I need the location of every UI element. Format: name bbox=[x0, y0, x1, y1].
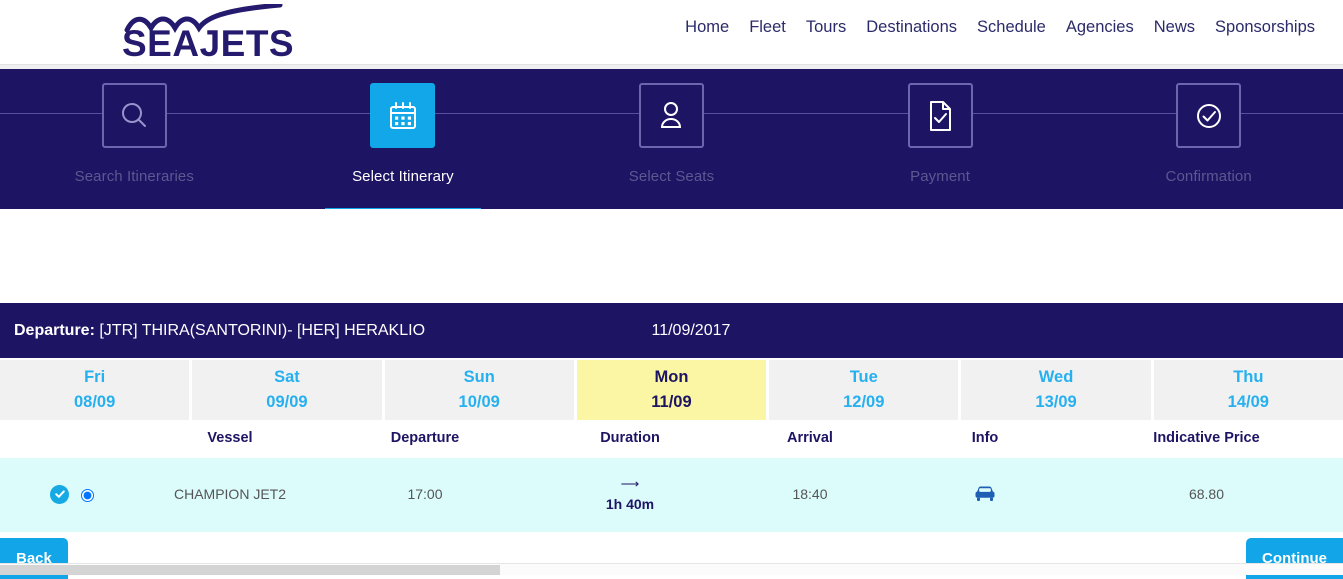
step-label: Confirmation bbox=[1165, 168, 1252, 185]
date-tab-wed[interactable]: Wed 13/09 bbox=[961, 360, 1154, 420]
results-table-body: CHAMPION JET2 17:00 ⟶ 1h 40m 18:40 68.80 bbox=[0, 458, 1343, 532]
step-label: Select Seats bbox=[628, 168, 715, 185]
selected-check-icon bbox=[50, 484, 69, 504]
col-header-select bbox=[0, 420, 150, 458]
date-tab-day: Fri bbox=[84, 368, 106, 386]
step-icon-box bbox=[1176, 83, 1242, 148]
col-header-duration: Duration bbox=[540, 420, 720, 458]
table-row[interactable]: CHAMPION JET2 17:00 ⟶ 1h 40m 18:40 68.80 bbox=[0, 458, 1343, 532]
results-table-head: Vessel Departure Duration Arrival Info I… bbox=[0, 420, 1343, 458]
departure-banner-date: 11/09/2017 bbox=[651, 321, 731, 339]
main-navigation: Home Fleet Tours Destinations Schedule A… bbox=[675, 18, 1325, 37]
step-payment[interactable]: Payment bbox=[806, 69, 1075, 209]
departure-route-text: [JTR] THIRA(SANTORINI)- [HER] HERAKLIO bbox=[94, 321, 426, 339]
booking-stepper: Search Itineraries Select Itinerary Sele… bbox=[0, 69, 1343, 215]
date-tab-tue[interactable]: Tue 12/09 bbox=[769, 360, 962, 420]
date-tab-date: 13/09 bbox=[1035, 393, 1077, 411]
horizontal-scrollbar[interactable] bbox=[0, 563, 1343, 575]
step-icon-box bbox=[101, 83, 167, 148]
cell-info[interactable] bbox=[900, 458, 1070, 532]
date-tab-day: Mon bbox=[654, 368, 689, 386]
row-radio-input[interactable] bbox=[81, 489, 94, 502]
row-select-cell[interactable] bbox=[0, 458, 150, 532]
col-header-price: Indicative Price bbox=[1070, 420, 1343, 458]
date-tab-day: Tue bbox=[849, 368, 878, 386]
nav-item-agencies[interactable]: Agencies bbox=[1056, 18, 1144, 37]
date-tab-day: Sun bbox=[463, 368, 495, 386]
calendar-icon bbox=[389, 101, 416, 129]
cell-departure: 17:00 bbox=[310, 458, 540, 532]
step-label: Search Itineraries bbox=[74, 168, 194, 185]
date-tab-day: Sat bbox=[274, 368, 300, 386]
nav-item-tours[interactable]: Tours bbox=[796, 18, 856, 37]
step-select-itinerary[interactable]: Select Itinerary bbox=[269, 69, 538, 215]
date-tab-sat[interactable]: Sat 09/09 bbox=[192, 360, 385, 420]
col-header-info: Info bbox=[900, 420, 1070, 458]
date-tab-date: 08/09 bbox=[73, 393, 116, 411]
document-check-icon bbox=[930, 100, 952, 131]
date-tabs: Fri 08/09 Sat 09/09 Sun 10/09 Mon 11/09 … bbox=[0, 360, 1343, 420]
col-header-arrival: Arrival bbox=[720, 420, 900, 458]
step-icon-box bbox=[370, 83, 436, 148]
date-tab-day: Wed bbox=[1038, 368, 1074, 386]
departure-banner: Departure: [JTR] THIRA(SANTORINI)- [HER]… bbox=[0, 303, 1343, 358]
date-tab-date: 14/09 bbox=[1227, 393, 1269, 411]
step-icon-box bbox=[638, 83, 704, 148]
cell-price: 68.80 bbox=[1070, 458, 1343, 532]
car-icon[interactable] bbox=[973, 483, 997, 503]
date-tab-fri[interactable]: Fri 08/09 bbox=[0, 360, 193, 420]
results-table-wrapper: Vessel Departure Duration Arrival Info I… bbox=[0, 420, 1343, 532]
date-tab-day: Thu bbox=[1233, 368, 1264, 386]
step-confirmation[interactable]: Confirmation bbox=[1074, 69, 1343, 209]
itinerary-results-table: Vessel Departure Duration Arrival Info I… bbox=[0, 420, 1343, 532]
person-icon bbox=[661, 101, 682, 128]
logo-graphic: SEAJETS bbox=[122, 4, 294, 60]
date-tab-date: 10/09 bbox=[458, 393, 500, 411]
cell-vessel: CHAMPION JET2 bbox=[150, 458, 310, 532]
duration-value: 1h 40m bbox=[605, 496, 655, 512]
date-tab-thu[interactable]: Thu 14/09 bbox=[1153, 360, 1343, 420]
horizontal-scrollbar-thumb[interactable] bbox=[0, 565, 500, 575]
site-header: SEAJETS Home Fleet Tours Destinations Sc… bbox=[0, 0, 1343, 64]
nav-item-news[interactable]: News bbox=[1144, 18, 1205, 37]
cell-arrival: 18:40 bbox=[720, 458, 900, 532]
arrow-right-icon: ⟶ bbox=[620, 476, 640, 491]
nav-item-fleet[interactable]: Fleet bbox=[739, 18, 796, 37]
search-form: From [JTR] THIRA(SANTORINI) To [HER] HER… bbox=[0, 209, 1343, 496]
nav-item-schedule[interactable]: Schedule bbox=[967, 18, 1056, 37]
col-header-vessel: Vessel bbox=[150, 420, 310, 458]
departure-prefix: Departure: bbox=[14, 321, 95, 339]
cell-duration: ⟶ 1h 40m bbox=[540, 458, 720, 532]
nav-item-sponsorships[interactable]: Sponsorships bbox=[1205, 18, 1325, 37]
date-tab-sun[interactable]: Sun 10/09 bbox=[384, 360, 577, 420]
departure-route: Departure: [JTR] THIRA(SANTORINI)- [HER]… bbox=[14, 322, 425, 340]
search-icon bbox=[122, 102, 147, 127]
check-icon bbox=[54, 490, 65, 498]
step-select-seats[interactable]: Select Seats bbox=[537, 69, 806, 209]
logo-wordmark: SEAJETS bbox=[122, 23, 294, 60]
step-label: Select Itinerary bbox=[352, 168, 454, 185]
nav-item-destinations[interactable]: Destinations bbox=[856, 18, 967, 37]
nav-item-home[interactable]: Home bbox=[675, 18, 739, 37]
seajets-logo[interactable]: SEAJETS bbox=[122, 4, 322, 60]
date-tab-date: 09/09 bbox=[266, 393, 308, 411]
date-tab-date: 11/09 bbox=[651, 393, 692, 411]
date-tab-date: 12/09 bbox=[843, 393, 885, 411]
step-search-itineraries[interactable]: Search Itineraries bbox=[0, 69, 269, 209]
col-header-departure: Departure bbox=[310, 420, 540, 458]
results-header-row: Vessel Departure Duration Arrival Info I… bbox=[0, 420, 1343, 458]
step-icon-box bbox=[907, 83, 973, 148]
step-label: Payment bbox=[910, 168, 971, 185]
check-circle-icon bbox=[1196, 103, 1221, 128]
date-tab-mon[interactable]: Mon 11/09 bbox=[576, 360, 770, 420]
